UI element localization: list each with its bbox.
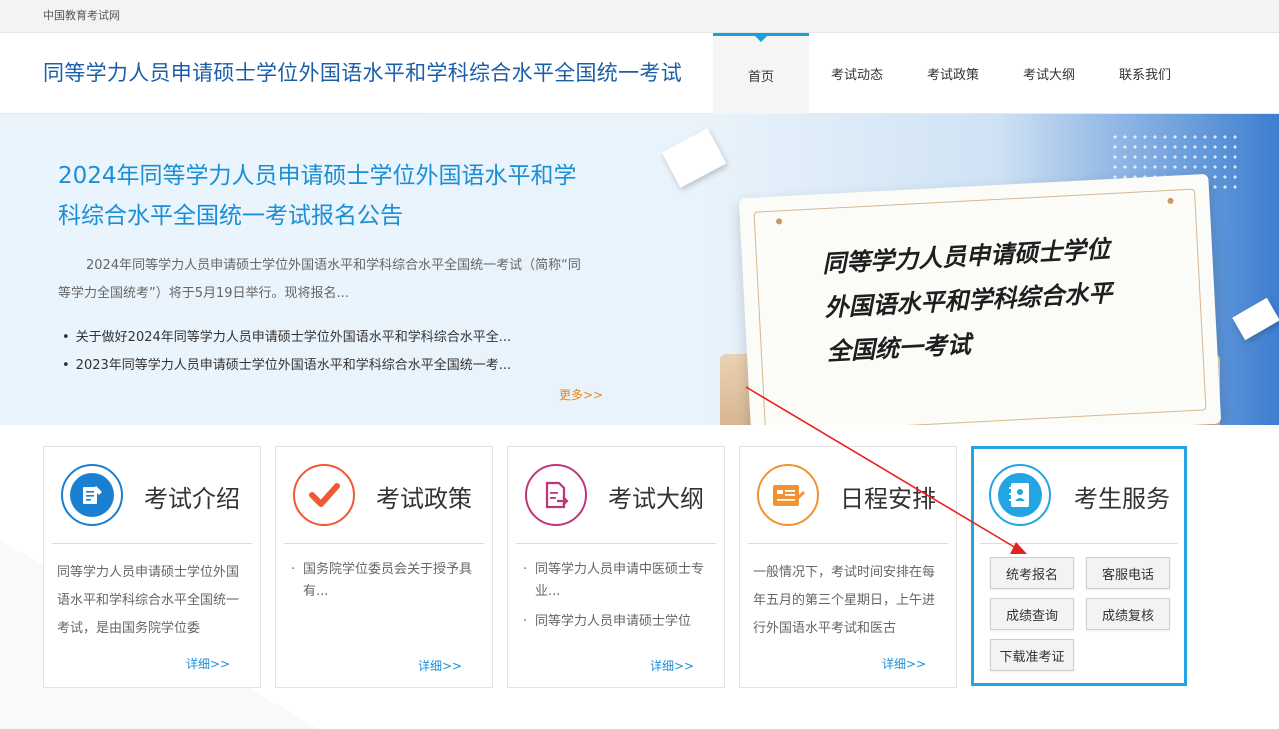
intro-icon-inner: [70, 473, 114, 517]
card-divider: [52, 543, 252, 544]
exam-registration-button[interactable]: 统考报名: [990, 557, 1074, 589]
card-exam-intro[interactable]: 考试介绍 同等学力人员申请硕士学位外国语水平和学科综合水平全国统一考试，是由国务…: [43, 446, 261, 688]
nav-label: 考试动态: [830, 68, 883, 83]
nav-label: 考试大纲: [1022, 68, 1075, 83]
banner-headline-link[interactable]: 2024年同等学力人员申请硕士学位外国语水平和学科综合水平全国统一考试报名公告: [58, 156, 598, 236]
banner-link-item[interactable]: 2023年同等学力人员申请硕士学位外国语水平和学科综合水平全国统一考...: [62, 352, 562, 380]
syllabus-detail-link[interactable]: 详细>>: [650, 657, 694, 674]
download-admission-ticket-button[interactable]: 下载准考证: [990, 639, 1074, 671]
flying-paper-icon: [661, 128, 727, 188]
policy-list-item[interactable]: 国务院学位委员会关于授予具有...: [289, 559, 485, 603]
exam-card-illustration: 同等学力人员申请硕士学位 外国语水平和学科综合水平 全国统一考试: [738, 173, 1222, 425]
syllabus-icon-inner: [534, 473, 578, 517]
nav-home[interactable]: 首页: [713, 33, 809, 114]
active-caret-icon: [755, 36, 767, 42]
score-review-button[interactable]: 成绩复核: [1086, 598, 1170, 630]
document-pen-icon: [83, 486, 102, 504]
intro-detail-link[interactable]: 详细>>: [186, 655, 230, 672]
service-icon-inner: [998, 473, 1042, 517]
card-title: 考试大纲: [608, 485, 704, 513]
checkmark-icon: [309, 483, 340, 507]
nav-news[interactable]: 考试动态: [809, 33, 905, 114]
nav-policy[interactable]: 考试政策: [905, 33, 1001, 114]
contact-book-icon: [1009, 483, 1029, 507]
flying-paper-icon: [1232, 297, 1279, 341]
card-exam-syllabus[interactable]: 考试大纲 同等学力人员申请中医硕士专业... 同等学力人员申请硕士学位 详细>>: [507, 446, 725, 688]
card-exam-schedule[interactable]: 日程安排 一般情况下，考试时间安排在每年五月的第三个星期日，上午进行外国语水平考…: [739, 446, 957, 688]
card-divider: [284, 543, 484, 544]
card-title: 考生服务: [1074, 485, 1170, 513]
document-export-icon: [545, 481, 569, 509]
nav-syllabus[interactable]: 考试大纲: [1001, 33, 1097, 114]
schedule-board-icon: [773, 485, 805, 506]
banner-more-link[interactable]: 更多>>: [559, 386, 603, 403]
intro-icon: [61, 464, 123, 526]
site-name-link[interactable]: 中国教育考试网: [43, 7, 120, 23]
header: 同等学力人员申请硕士学位外国语水平和学科综合水平全国统一考试 首页 考试动态 考…: [0, 33, 1279, 114]
card-title: 考试政策: [376, 485, 472, 513]
page-title: 同等学力人员申请硕士学位外国语水平和学科综合水平全国统一考试: [43, 61, 682, 85]
nav-label: 首页: [747, 69, 774, 85]
schedule-detail-link[interactable]: 详细>>: [882, 655, 926, 672]
policy-list: 国务院学位委员会关于授予具有...: [289, 559, 485, 611]
syllabus-icon: [525, 464, 587, 526]
schedule-icon: [757, 464, 819, 526]
service-icon: [989, 464, 1051, 526]
nav-label: 考试政策: [926, 68, 979, 83]
card-body-text: 同等学力人员申请硕士学位外国语水平和学科综合水平全国统一考试，是由国务院学位委: [57, 565, 240, 636]
schedule-icon-inner: [766, 473, 810, 517]
card-title: 考试介绍: [144, 485, 240, 513]
card-divider: [748, 543, 948, 544]
card-illustration-text: 同等学力人员申请硕士学位 外国语水平和学科综合水平 全国统一考试: [821, 227, 1116, 374]
main-nav: 首页 考试动态 考试政策 考试大纲 联系我们: [713, 33, 1193, 114]
syllabus-list-item[interactable]: 同等学力人员申请硕士学位: [521, 611, 717, 633]
top-strip: 中国教育考试网: [0, 0, 1279, 33]
card-body-text: 一般情况下，考试时间安排在每年五月的第三个星期日，上午进行外国语水平考试和医古: [753, 565, 936, 636]
score-query-button[interactable]: 成绩查询: [990, 598, 1074, 630]
card-divider: [980, 543, 1178, 544]
hero-banner: 2024年同等学力人员申请硕士学位外国语水平和学科综合水平全国统一考试报名公告 …: [0, 114, 1279, 425]
card-candidate-service: 考生服务 统考报名 客服电话 成绩查询 成绩复核 下载准考证: [971, 446, 1187, 686]
card-divider: [516, 543, 716, 544]
policy-icon: [293, 464, 355, 526]
card-title: 日程安排: [840, 485, 936, 513]
customer-phone-button[interactable]: 客服电话: [1086, 557, 1170, 589]
syllabus-list-item[interactable]: 同等学力人员申请中医硕士专业...: [521, 559, 717, 603]
nav-contact[interactable]: 联系我们: [1097, 33, 1193, 114]
card-exam-policy[interactable]: 考试政策 国务院学位委员会关于授予具有... 详细>>: [275, 446, 493, 688]
syllabus-list: 同等学力人员申请中医硕士专业... 同等学力人员申请硕士学位: [521, 559, 717, 641]
banner-link-item[interactable]: 关于做好2024年同等学力人员申请硕士学位外国语水平和学科综合水平全...: [62, 324, 562, 352]
banner-summary: 2024年同等学力人员申请硕士学位外国语水平和学科综合水平全国统一考试（简称“同…: [58, 258, 581, 301]
policy-icon-inner: [302, 473, 346, 517]
policy-detail-link[interactable]: 详细>>: [418, 657, 462, 674]
nav-label: 联系我们: [1118, 68, 1171, 83]
banner-link-list: 关于做好2024年同等学力人员申请硕士学位外国语水平和学科综合水平全... 20…: [62, 324, 562, 380]
